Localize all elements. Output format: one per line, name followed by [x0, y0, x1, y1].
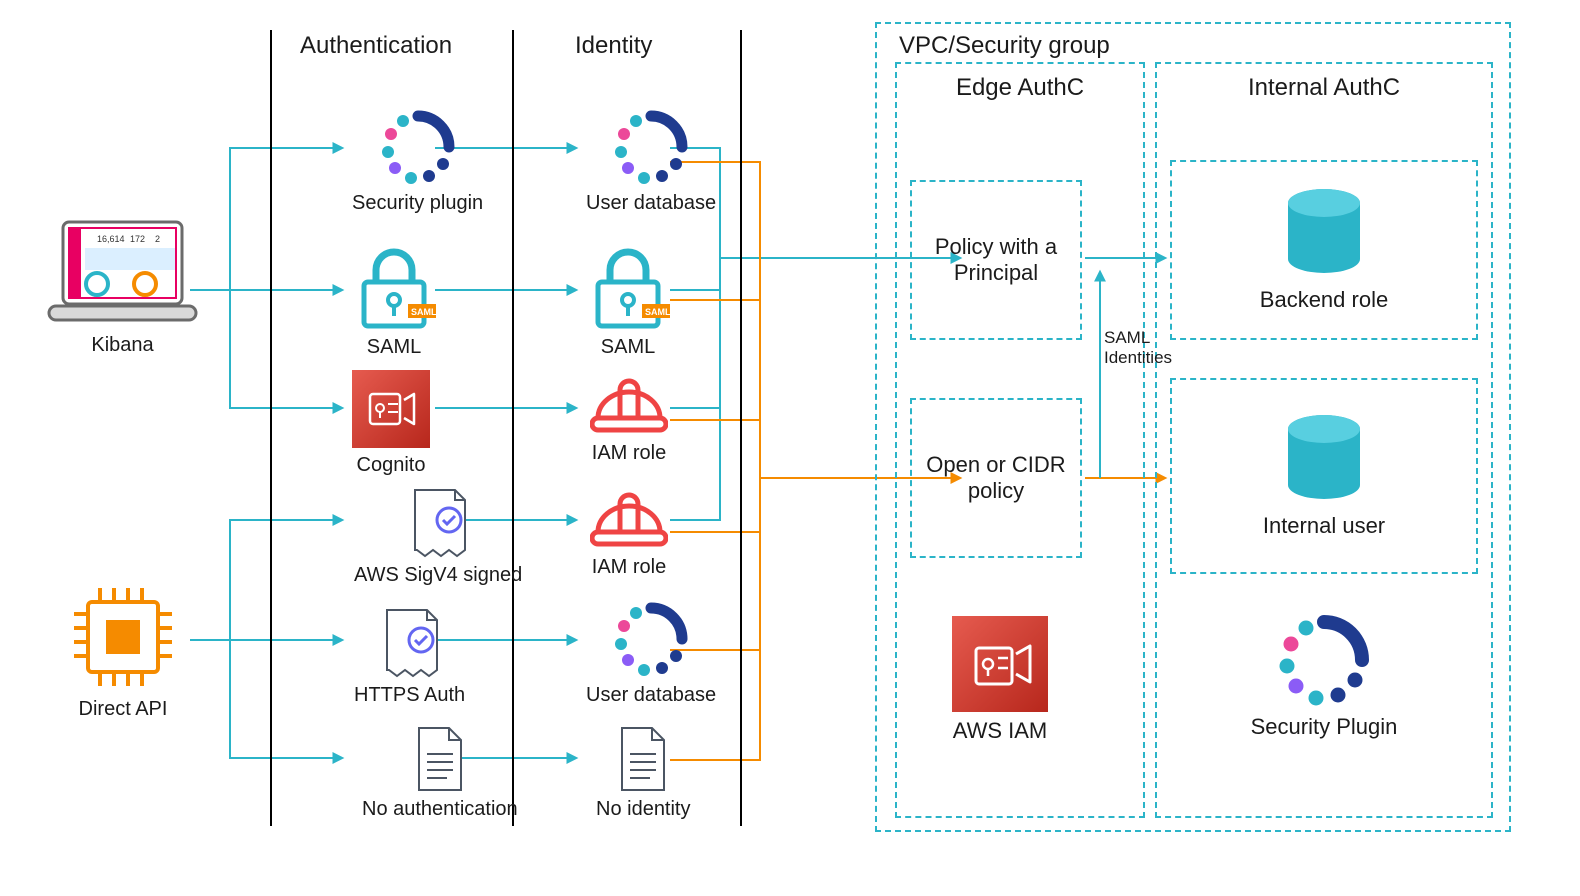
saml-identities-label: SAML Identities [1104, 328, 1174, 369]
auth-security-plugin: Security plugin [352, 108, 483, 215]
auth-secplugin-label: Security plugin [352, 192, 483, 215]
divider [740, 30, 742, 826]
identity-userdb2: User database [586, 600, 716, 707]
divider [270, 30, 272, 826]
identity-saml-label: SAML [601, 336, 655, 359]
svg-text:SAML: SAML [411, 307, 436, 317]
identity-iam2-label: IAM role [592, 556, 666, 579]
auth-https: HTTPS Auth [354, 608, 465, 707]
auth-sigv4-label: AWS SigV4 signed [354, 564, 522, 587]
svg-text:2: 2 [155, 234, 160, 244]
cert-icon [405, 488, 471, 558]
auth-https-label: HTTPS Auth [354, 684, 465, 707]
svg-text:SAML: SAML [645, 307, 670, 317]
edge-iam: AWS IAM [952, 616, 1048, 744]
edge-cidr: Open or CIDR policy [910, 398, 1082, 558]
auth-cognito: Cognito [352, 370, 430, 477]
laptop-icon: 16,614 172 2 [45, 218, 200, 328]
internal-internal-user: Internal user [1170, 378, 1478, 574]
identity-iam2: IAM role [590, 492, 668, 579]
hardhat-icon [590, 378, 668, 436]
edge-policy-principal: Policy with a Principal [910, 180, 1082, 340]
edge-cidr-label: Open or CIDR policy [922, 452, 1070, 504]
identity-userdb1-label: User database [586, 192, 716, 215]
svg-text:16,614: 16,614 [97, 234, 125, 244]
auth-none-label: No authentication [362, 798, 518, 821]
svg-text:172: 172 [130, 234, 145, 244]
document-icon [616, 726, 670, 792]
edge-iam-label: AWS IAM [953, 718, 1048, 744]
identity-userdb1: User database [586, 108, 716, 215]
auth-sigv4: AWS SigV4 signed [354, 488, 522, 587]
opensearch-ring-icon [1276, 612, 1372, 708]
internal-secplugin-label: Security Plugin [1251, 714, 1398, 740]
column-auth-title: Authentication [300, 32, 452, 60]
auth-cognito-label: Cognito [357, 454, 426, 477]
auth-saml: SAML SAML [352, 244, 436, 359]
identity-iam1-label: IAM role [592, 442, 666, 465]
cognito-icon [352, 370, 430, 448]
edge-policy-principal-label: Policy with a Principal [922, 234, 1070, 286]
kibana-source: 16,614 172 2 Kibana [45, 218, 200, 357]
diagram-canvas: Authentication Identity VPC/Security gro… [0, 0, 1580, 896]
cert-icon [377, 608, 443, 678]
internal-security-plugin: Security Plugin [1168, 612, 1480, 740]
direct-api-label: Direct API [79, 698, 168, 721]
internal-title: Internal AuthC [1157, 74, 1491, 102]
kibana-label: Kibana [91, 334, 153, 357]
saml-lock-icon: SAML [586, 244, 670, 330]
hardhat-icon [590, 492, 668, 550]
internal-backend-role: Backend role [1170, 160, 1478, 340]
identity-iam1: IAM role [590, 378, 668, 465]
opensearch-ring-icon [612, 108, 690, 186]
db-icon [1283, 187, 1365, 279]
chip-icon [68, 582, 178, 692]
column-identity-title: Identity [575, 32, 652, 60]
vpc-title: VPC/Security group [899, 32, 1110, 60]
opensearch-ring-icon [612, 600, 690, 678]
auth-none: No authentication [362, 726, 518, 821]
edge-title: Edge AuthC [897, 74, 1143, 102]
divider [512, 30, 514, 826]
auth-saml-label: SAML [367, 336, 421, 359]
identity-saml: SAML SAML [586, 244, 670, 359]
aws-iam-icon [952, 616, 1048, 712]
direct-api-source: Direct API [68, 582, 178, 721]
internal-user-label: Internal user [1263, 513, 1385, 539]
identity-none-label: No identity [596, 798, 691, 821]
saml-lock-icon: SAML [352, 244, 436, 330]
identity-userdb2-label: User database [586, 684, 716, 707]
identity-none: No identity [596, 726, 691, 821]
backend-role-label: Backend role [1260, 287, 1388, 313]
opensearch-ring-icon [379, 108, 457, 186]
db-icon [1283, 413, 1365, 505]
document-icon [413, 726, 467, 792]
